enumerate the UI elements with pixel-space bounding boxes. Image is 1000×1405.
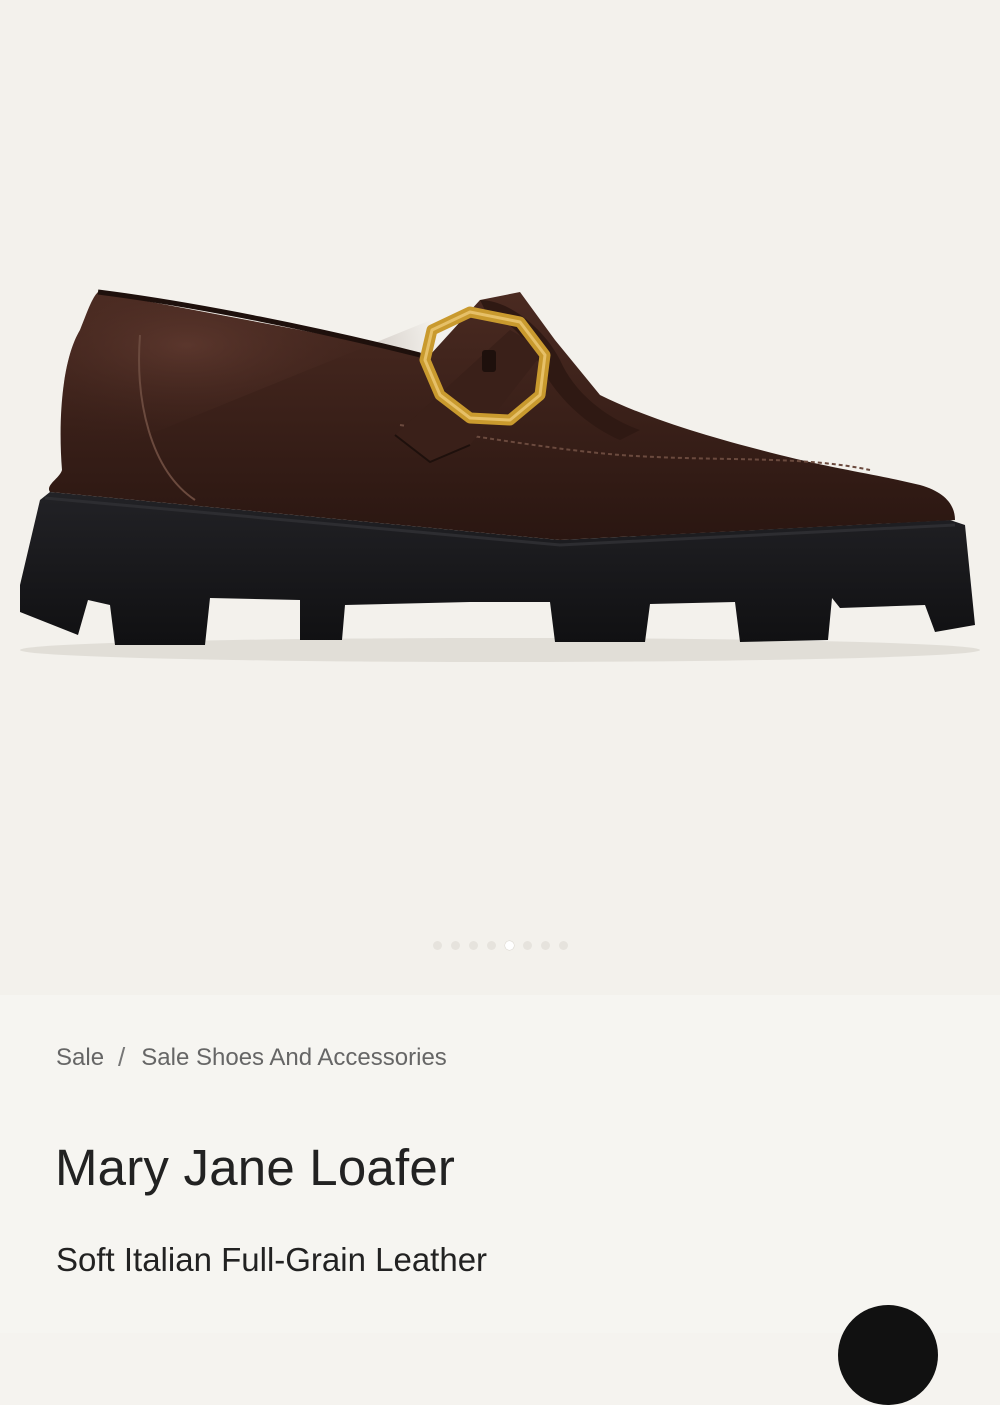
product-title: Mary Jane Loafer — [55, 1139, 456, 1196]
chat-button[interactable] — [838, 1305, 938, 1405]
carousel-dot[interactable] — [486, 940, 496, 950]
carousel-dot[interactable] — [540, 940, 550, 950]
carousel-dot[interactable] — [432, 940, 442, 950]
carousel-dot[interactable] — [468, 940, 478, 950]
breadcrumb-link-sale-shoes[interactable]: Sale Shoes And Accessories — [141, 1044, 447, 1072]
breadcrumb-separator: / — [118, 1042, 126, 1072]
breadcrumb: Sale / Sale Shoes And Accessories — [56, 1042, 447, 1073]
product-image-gallery[interactable] — [0, 0, 1000, 995]
product-subtitle: Soft Italian Full-Grain Leather — [56, 1241, 488, 1278]
product-image — [20, 289, 980, 662]
carousel-dot-active[interactable] — [504, 940, 514, 950]
carousel-dot[interactable] — [450, 940, 460, 950]
carousel-dot[interactable] — [522, 940, 532, 950]
breadcrumb-link-sale[interactable]: Sale — [56, 1044, 104, 1072]
carousel-dots — [0, 938, 1000, 952]
carousel-dot[interactable] — [558, 940, 568, 950]
